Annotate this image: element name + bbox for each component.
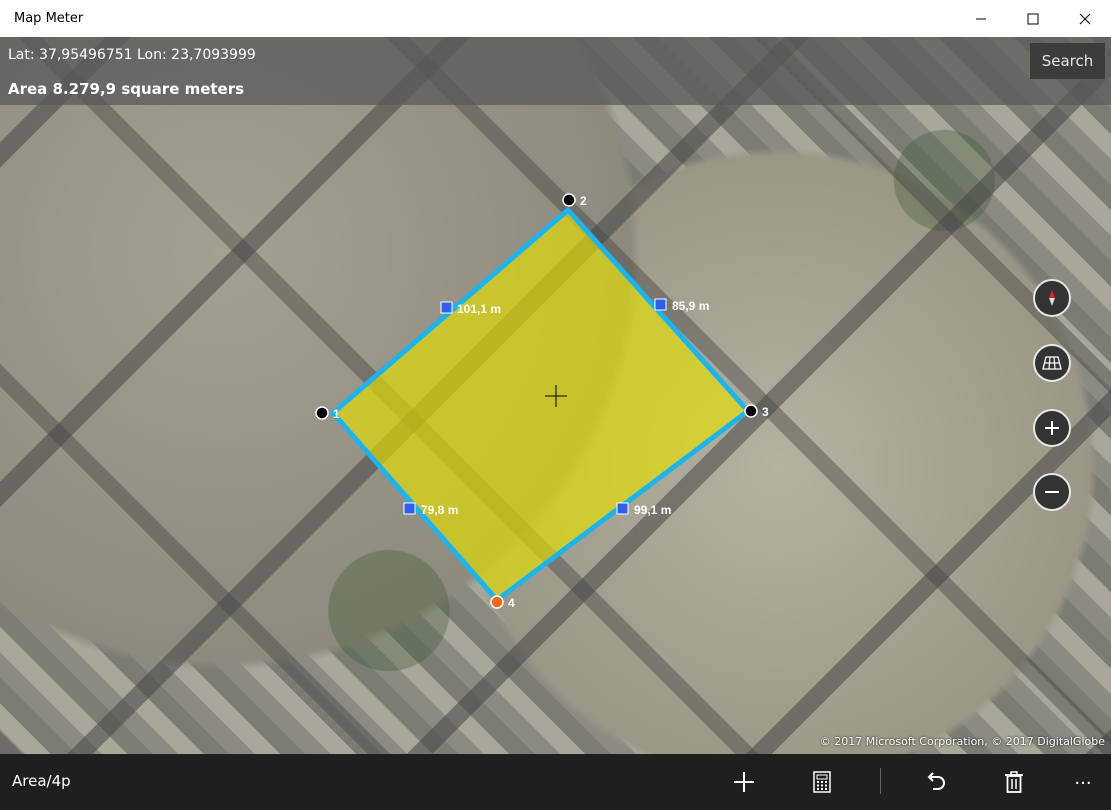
measurement-overlay: 1 2 3 4 101,1 m 85,9 m 99,1 m 79,8 m <box>315 193 769 610</box>
undo-button[interactable] <box>918 764 954 800</box>
edge-handle-4-1[interactable]: 79,8 m <box>403 502 458 517</box>
satellite-map[interactable]: Lat: 37,95496751 Lon: 23,7093999 Area 8.… <box>0 37 1111 754</box>
more-icon: ... <box>1074 767 1092 789</box>
calculator-button[interactable] <box>804 764 840 800</box>
maximize-button[interactable] <box>1007 0 1059 37</box>
vertex-label: 3 <box>762 405 769 419</box>
vertex-label: 2 <box>580 194 587 208</box>
compass-icon <box>1049 290 1055 306</box>
vertex-2[interactable]: 2 <box>562 193 587 208</box>
mode-label: Area/4p <box>12 772 71 790</box>
minimize-icon <box>976 18 986 19</box>
edge-length-label: 79,8 m <box>421 503 458 517</box>
edge-length-label: 101,1 m <box>457 302 501 316</box>
app-bar: Area/4p ... <box>0 754 1111 810</box>
map-style-icon <box>1042 356 1062 370</box>
maximize-icon <box>1027 13 1039 24</box>
map-copyright: © 2017 Microsoft Corporation, © 2017 Dig… <box>819 735 1105 748</box>
window-title: Map Meter <box>14 11 84 26</box>
delete-button[interactable] <box>996 764 1032 800</box>
edge-handle-2-3[interactable]: 85,9 m <box>654 298 709 313</box>
undo-icon <box>927 772 945 790</box>
zoom-in-button[interactable] <box>1033 409 1071 447</box>
vertex-1[interactable]: 1 <box>315 406 340 421</box>
window-controls <box>955 0 1111 37</box>
vertex-3[interactable]: 3 <box>744 404 769 419</box>
title-bar: Map Meter <box>0 0 1111 38</box>
edge-length-label: 99,1 m <box>634 503 671 517</box>
zoom-out-icon <box>1045 491 1059 493</box>
close-icon <box>1079 13 1091 24</box>
vertex-label: 4 <box>508 596 515 610</box>
add-point-button[interactable] <box>726 764 762 800</box>
edge-handle-3-4[interactable]: 99,1 m <box>616 502 671 517</box>
close-button[interactable] <box>1059 0 1111 37</box>
map-style-button[interactable] <box>1033 344 1071 382</box>
zoom-out-button[interactable] <box>1033 473 1071 511</box>
more-options-button[interactable]: ... <box>1065 760 1101 796</box>
app-bar-separator <box>880 768 881 794</box>
delete-icon <box>1005 771 1023 793</box>
add-icon <box>734 772 754 792</box>
edge-length-label: 85,9 m <box>672 299 709 313</box>
minimize-button[interactable] <box>955 0 1007 37</box>
zoom-in-icon <box>1045 421 1059 435</box>
vertex-label: 1 <box>333 407 340 421</box>
calculator-icon <box>813 771 831 793</box>
compass-button[interactable] <box>1033 279 1071 317</box>
area-polygon <box>330 207 751 603</box>
